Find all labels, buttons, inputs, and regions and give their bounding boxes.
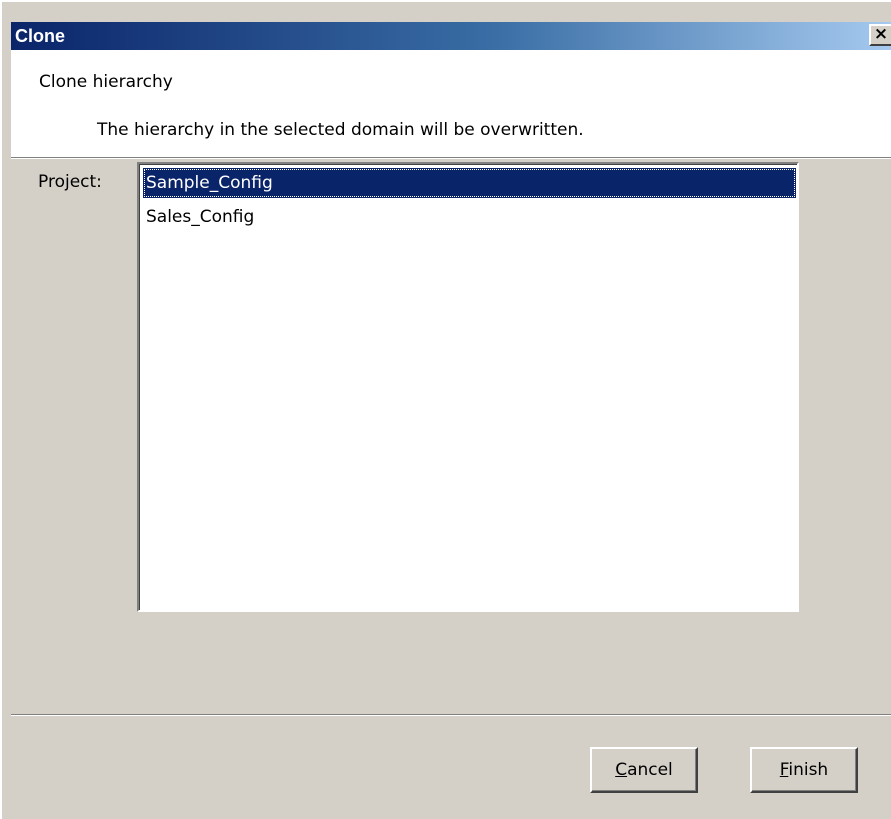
finish-button[interactable]: Finish (750, 747, 858, 793)
cancel-mnemonic: C (615, 760, 628, 780)
wizard-header: Clone hierarchy The hierarchy in the sel… (11, 50, 891, 158)
project-listbox[interactable]: Sample_Config Sales_Config (137, 162, 799, 612)
window-title: Clone (15, 26, 66, 46)
cancel-label: ancel (627, 760, 673, 780)
close-icon: × (873, 24, 889, 44)
list-item-sample-config[interactable]: Sample_Config (143, 168, 796, 198)
cancel-button[interactable]: Cancel (590, 747, 698, 793)
close-button[interactable]: × (869, 24, 891, 46)
project-label: Project: (38, 172, 102, 192)
list-item-sales-config[interactable]: Sales_Config (143, 202, 796, 232)
finish-label: inish (788, 760, 829, 780)
header-description: The hierarchy in the selected domain wil… (97, 120, 584, 140)
title-bar[interactable]: Clone × (11, 22, 891, 50)
header-divider (11, 158, 891, 159)
clone-dialog: Clone × Clone hierarchy The hierarchy in… (0, 0, 891, 819)
header-title: Clone hierarchy (39, 72, 173, 92)
